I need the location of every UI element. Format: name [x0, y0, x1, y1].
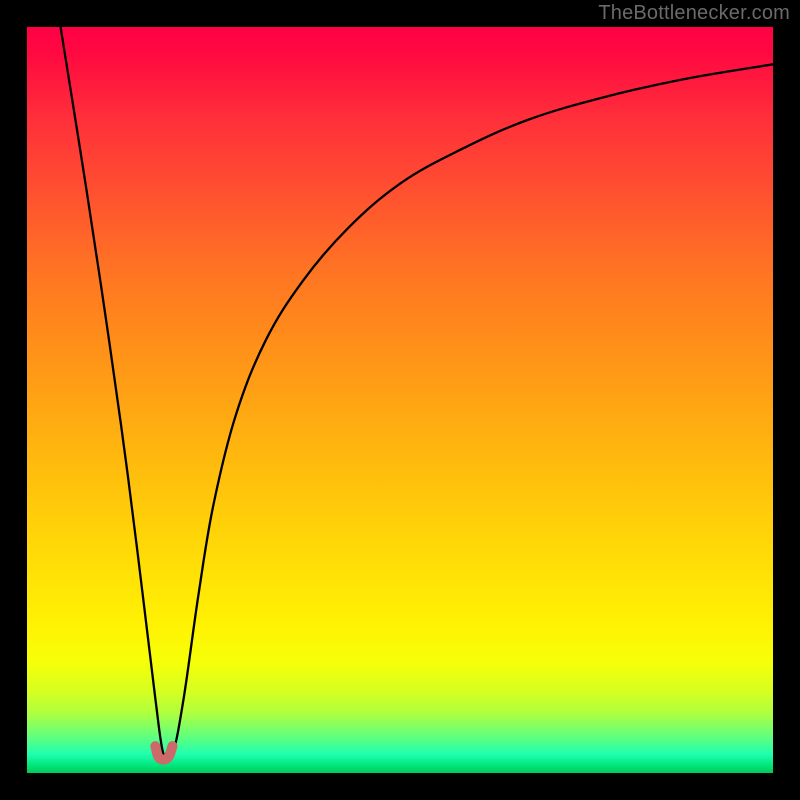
- bottleneck-curve: [61, 27, 773, 762]
- watermark-text: TheBottlenecker.com: [598, 2, 790, 25]
- chart-frame: TheBottlenecker.com: [0, 0, 800, 800]
- curves-layer: [27, 27, 773, 773]
- plot-area: [27, 27, 773, 773]
